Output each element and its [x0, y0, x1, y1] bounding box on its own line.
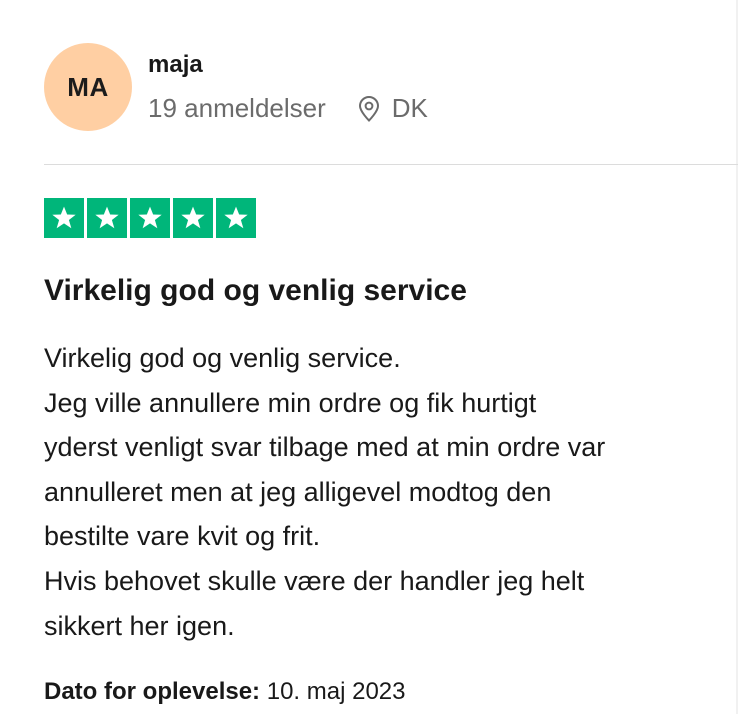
star-icon	[87, 198, 127, 238]
avatar[interactable]: MA	[44, 43, 132, 131]
avatar-initials: MA	[67, 71, 109, 102]
review-text-line: sikkert her igen.	[44, 610, 235, 641]
reviewer-header: MA maja 19 anmeldelser DK	[44, 43, 428, 131]
star-icon	[216, 198, 256, 238]
map-pin-icon	[358, 95, 380, 122]
review-body: Virkelig god og venlig service. Jeg ville…	[44, 336, 738, 648]
review-text-line: Hvis behovet skulle være der handler jeg…	[44, 565, 585, 596]
reviews-count: 19 anmeldelser	[148, 93, 326, 123]
star-icon	[173, 198, 213, 238]
review-text-line: Virkelig god og venlig service.	[44, 343, 401, 373]
reviewer-stats: 19 anmeldelser DK	[148, 93, 428, 124]
reviewer-meta: maja 19 anmeldelser DK	[148, 43, 428, 124]
experience-date-label: Dato for oplevelse:	[44, 678, 261, 705]
review-text-line: annulleret men at jeg alligevel modtog d…	[44, 476, 552, 507]
review-title: Virkelig god og venlig service	[44, 274, 467, 307]
review-text-line: Jeg ville annullere min ordre og fik hur…	[44, 387, 537, 418]
review-text-line: bestilte vare kvit og frit.	[44, 521, 321, 552]
reviewer-country: DK	[391, 93, 428, 123]
experience-date-value: 10. maj 2023	[266, 678, 406, 705]
divider	[44, 164, 738, 165]
reviewer-name[interactable]: maja	[148, 51, 428, 79]
star-icon	[44, 198, 84, 238]
star-rating	[44, 198, 256, 238]
star-icon	[130, 198, 170, 238]
experience-date: Dato for oplevelse: 10. maj 2023	[44, 678, 405, 706]
review-text-line: yderst venligt svar tilbage med at min o…	[44, 432, 606, 463]
